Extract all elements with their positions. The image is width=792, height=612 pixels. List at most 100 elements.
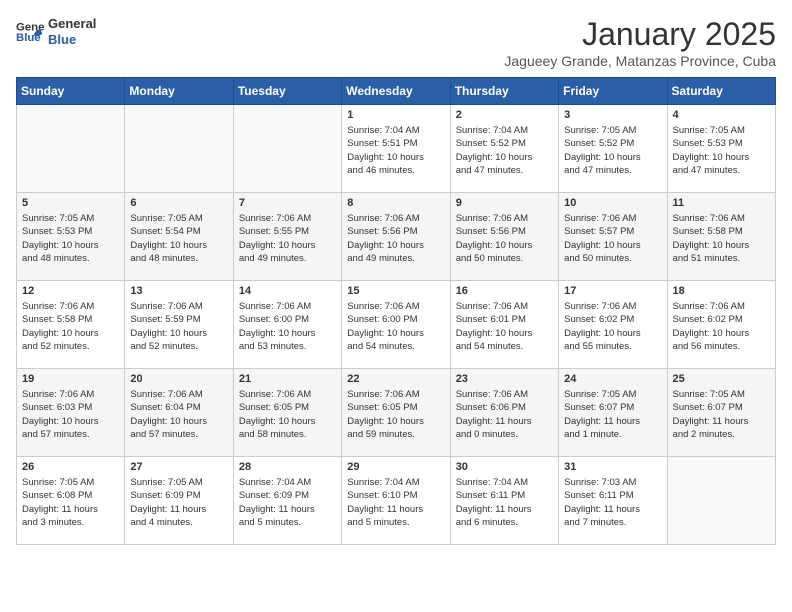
cell-content: Sunrise: 7:05 AM Sunset: 6:07 PM Dayligh… (564, 388, 661, 441)
day-number: 6 (130, 197, 227, 209)
cell-content: Sunrise: 7:06 AM Sunset: 5:58 PM Dayligh… (673, 212, 770, 265)
calendar-week-row: 5 Sunrise: 7:05 AM Sunset: 5:53 PM Daylig… (17, 193, 776, 281)
calendar-cell: 6Sunrise: 7:05 AM Sunset: 5:54 PM Daylig… (125, 193, 233, 281)
day-number: 20 (130, 373, 227, 385)
cell-content: Sunrise: 7:06 AM Sunset: 6:01 PM Dayligh… (456, 300, 553, 353)
logo-blue: Blue (48, 32, 96, 48)
cell-content: Sunrise: 7:06 AM Sunset: 6:02 PM Dayligh… (673, 300, 770, 353)
calendar-cell: 22Sunrise: 7:06 AM Sunset: 6:05 PM Dayli… (342, 369, 450, 457)
weekday-header-friday: Friday (559, 78, 667, 105)
cell-content: Sunrise: 7:06 AM Sunset: 6:04 PM Dayligh… (130, 388, 227, 441)
calendar-cell: 1 Sunrise: 7:04 AM Sunset: 5:51 PM Daylig… (342, 105, 450, 193)
calendar-cell: 29 Sunrise: 7:04 AM Sunset: 6:10 PM Dayli… (342, 457, 450, 545)
cell-content: Sunrise: 7:05 AM Sunset: 6:08 PM Dayligh… (22, 476, 119, 529)
cell-content: Sunrise: 7:04 AM Sunset: 5:52 PM Dayligh… (456, 124, 553, 177)
weekday-header-sunday: Sunday (17, 78, 125, 105)
day-number: 2 (456, 109, 553, 121)
cell-content: Sunrise: 7:05 AM Sunset: 5:52 PM Dayligh… (564, 124, 661, 177)
day-number: 14 (239, 285, 336, 297)
calendar-cell: 24 Sunrise: 7:05 AM Sunset: 6:07 PM Dayli… (559, 369, 667, 457)
day-number: 29 (347, 461, 444, 473)
calendar-cell: 18Sunrise: 7:06 AM Sunset: 6:02 PM Dayli… (667, 281, 775, 369)
cell-content: Sunrise: 7:04 AM Sunset: 6:11 PM Dayligh… (456, 476, 553, 529)
location-subtitle: Jagueey Grande, Matanzas Province, Cuba (504, 53, 776, 69)
day-number: 16 (456, 285, 553, 297)
calendar-cell (125, 105, 233, 193)
calendar-table: SundayMondayTuesdayWednesdayThursdayFrid… (16, 77, 776, 545)
cell-content: Sunrise: 7:06 AM Sunset: 5:55 PM Dayligh… (239, 212, 336, 265)
calendar-cell: 13Sunrise: 7:06 AM Sunset: 5:59 PM Dayli… (125, 281, 233, 369)
calendar-cell: 26 Sunrise: 7:05 AM Sunset: 6:08 PM Dayli… (17, 457, 125, 545)
day-number: 4 (673, 109, 770, 121)
title-block: January 2025 Jagueey Grande, Matanzas Pr… (504, 16, 776, 69)
calendar-cell: 5 Sunrise: 7:05 AM Sunset: 5:53 PM Daylig… (17, 193, 125, 281)
cell-content: Sunrise: 7:03 AM Sunset: 6:11 PM Dayligh… (564, 476, 661, 529)
weekday-header-wednesday: Wednesday (342, 78, 450, 105)
cell-content: Sunrise: 7:05 AM Sunset: 5:53 PM Dayligh… (22, 212, 119, 265)
cell-content: Sunrise: 7:04 AM Sunset: 5:51 PM Dayligh… (347, 124, 444, 177)
logo-general: General (48, 16, 96, 32)
cell-content: Sunrise: 7:06 AM Sunset: 6:00 PM Dayligh… (347, 300, 444, 353)
calendar-cell (233, 105, 341, 193)
cell-content: Sunrise: 7:05 AM Sunset: 6:09 PM Dayligh… (130, 476, 227, 529)
svg-text:Blue: Blue (16, 31, 41, 43)
weekday-header-monday: Monday (125, 78, 233, 105)
day-number: 1 (347, 109, 444, 121)
calendar-cell: 2 Sunrise: 7:04 AM Sunset: 5:52 PM Daylig… (450, 105, 558, 193)
cell-content: Sunrise: 7:06 AM Sunset: 6:03 PM Dayligh… (22, 388, 119, 441)
day-number: 19 (22, 373, 119, 385)
day-number: 27 (130, 461, 227, 473)
day-number: 31 (564, 461, 661, 473)
cell-content: Sunrise: 7:04 AM Sunset: 6:09 PM Dayligh… (239, 476, 336, 529)
calendar-cell: 20 Sunrise: 7:06 AM Sunset: 6:04 PM Dayli… (125, 369, 233, 457)
calendar-week-row: 12Sunrise: 7:06 AM Sunset: 5:58 PM Dayli… (17, 281, 776, 369)
calendar-cell: 23 Sunrise: 7:06 AM Sunset: 6:06 PM Dayli… (450, 369, 558, 457)
calendar-cell: 10Sunrise: 7:06 AM Sunset: 5:57 PM Dayli… (559, 193, 667, 281)
calendar-cell: 30 Sunrise: 7:04 AM Sunset: 6:11 PM Dayli… (450, 457, 558, 545)
cell-content: Sunrise: 7:04 AM Sunset: 6:10 PM Dayligh… (347, 476, 444, 529)
weekday-header-row: SundayMondayTuesdayWednesdayThursdayFrid… (17, 78, 776, 105)
cell-content: Sunrise: 7:06 AM Sunset: 6:00 PM Dayligh… (239, 300, 336, 353)
day-number: 15 (347, 285, 444, 297)
cell-content: Sunrise: 7:06 AM Sunset: 6:05 PM Dayligh… (347, 388, 444, 441)
calendar-cell: 17Sunrise: 7:06 AM Sunset: 6:02 PM Dayli… (559, 281, 667, 369)
day-number: 7 (239, 197, 336, 209)
month-title: January 2025 (504, 16, 776, 53)
calendar-cell: 9Sunrise: 7:06 AM Sunset: 5:56 PM Daylig… (450, 193, 558, 281)
cell-content: Sunrise: 7:06 AM Sunset: 5:58 PM Dayligh… (22, 300, 119, 353)
day-number: 11 (673, 197, 770, 209)
day-number: 9 (456, 197, 553, 209)
calendar-cell: 7 Sunrise: 7:06 AM Sunset: 5:55 PM Daylig… (233, 193, 341, 281)
cell-content: Sunrise: 7:05 AM Sunset: 5:53 PM Dayligh… (673, 124, 770, 177)
day-number: 28 (239, 461, 336, 473)
calendar-cell: 25 Sunrise: 7:05 AM Sunset: 6:07 PM Dayli… (667, 369, 775, 457)
logo: General Blue General Blue (16, 16, 96, 47)
day-number: 24 (564, 373, 661, 385)
day-number: 8 (347, 197, 444, 209)
day-number: 5 (22, 197, 119, 209)
calendar-week-row: 26 Sunrise: 7:05 AM Sunset: 6:08 PM Dayli… (17, 457, 776, 545)
day-number: 23 (456, 373, 553, 385)
calendar-cell: 27 Sunrise: 7:05 AM Sunset: 6:09 PM Dayli… (125, 457, 233, 545)
calendar-cell (17, 105, 125, 193)
calendar-cell: 8 Sunrise: 7:06 AM Sunset: 5:56 PM Daylig… (342, 193, 450, 281)
cell-content: Sunrise: 7:06 AM Sunset: 5:56 PM Dayligh… (347, 212, 444, 265)
day-number: 26 (22, 461, 119, 473)
day-number: 30 (456, 461, 553, 473)
calendar-cell: 3Sunrise: 7:05 AM Sunset: 5:52 PM Daylig… (559, 105, 667, 193)
calendar-cell: 19 Sunrise: 7:06 AM Sunset: 6:03 PM Dayli… (17, 369, 125, 457)
cell-content: Sunrise: 7:06 AM Sunset: 6:05 PM Dayligh… (239, 388, 336, 441)
calendar-cell: 28 Sunrise: 7:04 AM Sunset: 6:09 PM Dayli… (233, 457, 341, 545)
calendar-cell: 16 Sunrise: 7:06 AM Sunset: 6:01 PM Dayli… (450, 281, 558, 369)
cell-content: Sunrise: 7:06 AM Sunset: 6:06 PM Dayligh… (456, 388, 553, 441)
weekday-header-tuesday: Tuesday (233, 78, 341, 105)
calendar-cell: 14 Sunrise: 7:06 AM Sunset: 6:00 PM Dayli… (233, 281, 341, 369)
calendar-cell: 11 Sunrise: 7:06 AM Sunset: 5:58 PM Dayli… (667, 193, 775, 281)
weekday-header-saturday: Saturday (667, 78, 775, 105)
cell-content: Sunrise: 7:05 AM Sunset: 6:07 PM Dayligh… (673, 388, 770, 441)
calendar-cell: 15 Sunrise: 7:06 AM Sunset: 6:00 PM Dayli… (342, 281, 450, 369)
day-number: 10 (564, 197, 661, 209)
calendar-week-row: 19 Sunrise: 7:06 AM Sunset: 6:03 PM Dayli… (17, 369, 776, 457)
day-number: 25 (673, 373, 770, 385)
calendar-cell: 4 Sunrise: 7:05 AM Sunset: 5:53 PM Daylig… (667, 105, 775, 193)
